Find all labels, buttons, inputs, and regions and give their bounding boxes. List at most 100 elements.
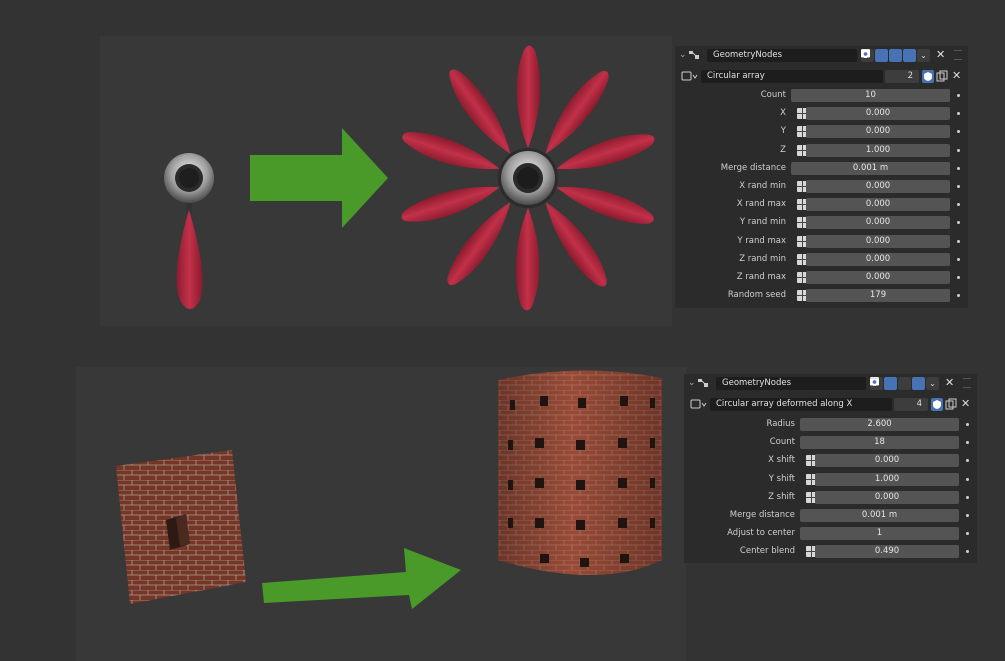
param-row: Adjust to center 1: [684, 526, 977, 541]
keyframe-dot-icon[interactable]: [966, 495, 969, 499]
keyframe-dot-icon[interactable]: [966, 532, 969, 536]
param-field-y-rand-max[interactable]: 0.000: [806, 234, 950, 248]
param-row: Z rand min 0.000: [675, 252, 968, 267]
param-row: Merge distance 0.001 m: [684, 508, 977, 523]
close-icon[interactable]: ✕: [945, 376, 954, 389]
param-field-random-seed[interactable]: 179: [806, 289, 950, 303]
param-field-count[interactable]: 10: [791, 89, 950, 102]
param-field-z-shift[interactable]: 0.000: [815, 490, 959, 504]
node-tree-field[interactable]: GeometryNodes: [707, 49, 857, 62]
param-field-x-shift[interactable]: 0.000: [815, 454, 959, 468]
param-row: Center blend 0.490: [684, 544, 977, 559]
keyframe-dot-icon[interactable]: [966, 477, 969, 481]
node-tree-icon[interactable]: [698, 378, 709, 388]
param-field-y-shift[interactable]: 1.000: [815, 472, 959, 486]
duplicate-icon[interactable]: [945, 398, 957, 411]
keyframe-dot-icon[interactable]: [966, 441, 969, 445]
param-field-x-rand-min[interactable]: 0.000: [806, 180, 950, 193]
keyframe-dot-icon[interactable]: [957, 185, 960, 188]
param-row: X rand max 0.000: [675, 197, 968, 212]
keyframe-dot-icon[interactable]: [966, 514, 969, 517]
keyframe-dot-icon[interactable]: [966, 550, 969, 554]
unlink-icon[interactable]: ✕: [952, 69, 961, 82]
param-field-merge-distance[interactable]: 0.001 m: [791, 161, 950, 175]
param-label-merge-distance: Merge distance: [720, 162, 786, 173]
keyframe-dot-icon[interactable]: [957, 257, 960, 261]
cage-toggle-icon[interactable]: [861, 49, 888, 62]
param-field-z-rand-min[interactable]: 0.000: [806, 252, 950, 266]
param-field-z[interactable]: 1.000: [806, 143, 950, 157]
viewport-display-icon[interactable]: [861, 49, 902, 62]
keyframe-dot-icon[interactable]: [957, 112, 960, 116]
param-row: Radius 2.600: [684, 417, 977, 432]
modifier-panel-circular-array: ⌄ GeometryNodes ⌄ ✕ Circular array 2 ✕ C…: [675, 46, 968, 308]
dropdown-chevron-icon[interactable]: ⌄: [926, 377, 939, 390]
param-field-count[interactable]: 18: [800, 436, 959, 450]
param-row: Y shift 1.000: [684, 472, 977, 487]
keyframe-dot-icon[interactable]: [957, 239, 960, 243]
render-camera-icon[interactable]: [861, 49, 916, 62]
param-label-y-shift: Y shift: [768, 473, 795, 484]
keyframe-dot-icon[interactable]: [957, 94, 960, 97]
keyframe-dot-icon[interactable]: [966, 459, 969, 463]
viewport-display-icon[interactable]: [870, 377, 911, 390]
param-label-z-rand-max: Z rand max: [736, 272, 786, 282]
keyframe-dot-icon[interactable]: [957, 148, 960, 152]
keyframe-dot-icon[interactable]: [957, 294, 960, 298]
keyframe-dot-icon[interactable]: [957, 130, 960, 134]
keyframe-dot-icon[interactable]: [966, 423, 969, 426]
user-count[interactable]: 2: [885, 70, 919, 83]
param-row: Count 18: [684, 435, 977, 450]
duplicate-icon[interactable]: [936, 70, 948, 83]
node-tree-icon[interactable]: [689, 50, 700, 60]
modifier-name-field[interactable]: Circular array: [701, 70, 883, 83]
node-group-icon[interactable]: [681, 71, 699, 82]
node-group-icon[interactable]: [690, 399, 708, 410]
param-label-x-rand-min: X rand min: [739, 181, 786, 191]
keyframe-dot-icon[interactable]: [957, 276, 960, 279]
param-field-y-rand-min[interactable]: 0.000: [806, 216, 950, 230]
param-label-count: Count: [760, 90, 786, 100]
render-camera-icon[interactable]: [870, 377, 925, 390]
panel-header: ⌄ GeometryNodes ⌄ ✕: [684, 374, 977, 394]
close-icon[interactable]: ✕: [936, 48, 945, 61]
param-row: Z 1.000: [675, 143, 968, 158]
param-label-merge-distance: Merge distance: [729, 510, 795, 520]
unlink-icon[interactable]: ✕: [961, 397, 970, 410]
param-field-merge-distance[interactable]: 0.001 m: [800, 509, 959, 522]
fake-user-shield-icon[interactable]: [922, 70, 934, 83]
collapse-chevron-icon[interactable]: ⌄: [679, 50, 687, 60]
drag-handle-icon[interactable]: [963, 378, 971, 388]
param-field-radius[interactable]: 2.600: [800, 418, 959, 431]
param-row: Z shift 0.000: [684, 490, 977, 505]
param-label-random-seed: Random seed: [727, 290, 786, 301]
brick-tower: [498, 370, 662, 575]
param-label-radius: Radius: [766, 419, 795, 429]
param-field-x[interactable]: 0.000: [806, 107, 950, 121]
param-field-z-rand-max[interactable]: 0.000: [806, 271, 950, 284]
param-field-center-blend[interactable]: 0.490: [815, 545, 959, 559]
arrow-right-icon: [250, 128, 388, 228]
param-row: X rand min 0.000: [675, 179, 968, 194]
keyframe-dot-icon[interactable]: [957, 221, 960, 225]
node-tree-field[interactable]: GeometryNodes: [716, 377, 866, 390]
param-row: Y rand min 0.000: [675, 215, 968, 230]
cage-toggle-icon[interactable]: [870, 377, 897, 390]
modifier-panel-circular-array-deformed: ⌄ GeometryNodes ⌄ ✕ Circular array defor…: [684, 374, 977, 563]
collapse-chevron-icon[interactable]: ⌄: [688, 378, 696, 388]
param-row: X 0.000: [675, 106, 968, 121]
param-field-x-rand-max[interactable]: 0.000: [806, 198, 950, 212]
param-field-adjust-to-center[interactable]: 1: [800, 527, 959, 541]
fake-user-shield-icon[interactable]: [931, 398, 943, 411]
param-row: Y 0.000: [675, 124, 968, 139]
keyframe-dot-icon[interactable]: [957, 203, 960, 207]
param-row: Random seed 179: [675, 288, 968, 303]
dropdown-chevron-icon[interactable]: ⌄: [917, 49, 930, 62]
user-count[interactable]: 4: [894, 398, 928, 411]
drag-handle-icon[interactable]: [954, 50, 962, 60]
param-field-y[interactable]: 0.000: [806, 125, 950, 139]
modifier-name-field[interactable]: Circular array deformed along X: [710, 398, 892, 411]
param-row: X shift 0.000: [684, 453, 977, 468]
keyframe-dot-icon[interactable]: [957, 166, 960, 170]
modifier-row: Circular array 2 ✕: [675, 69, 968, 85]
